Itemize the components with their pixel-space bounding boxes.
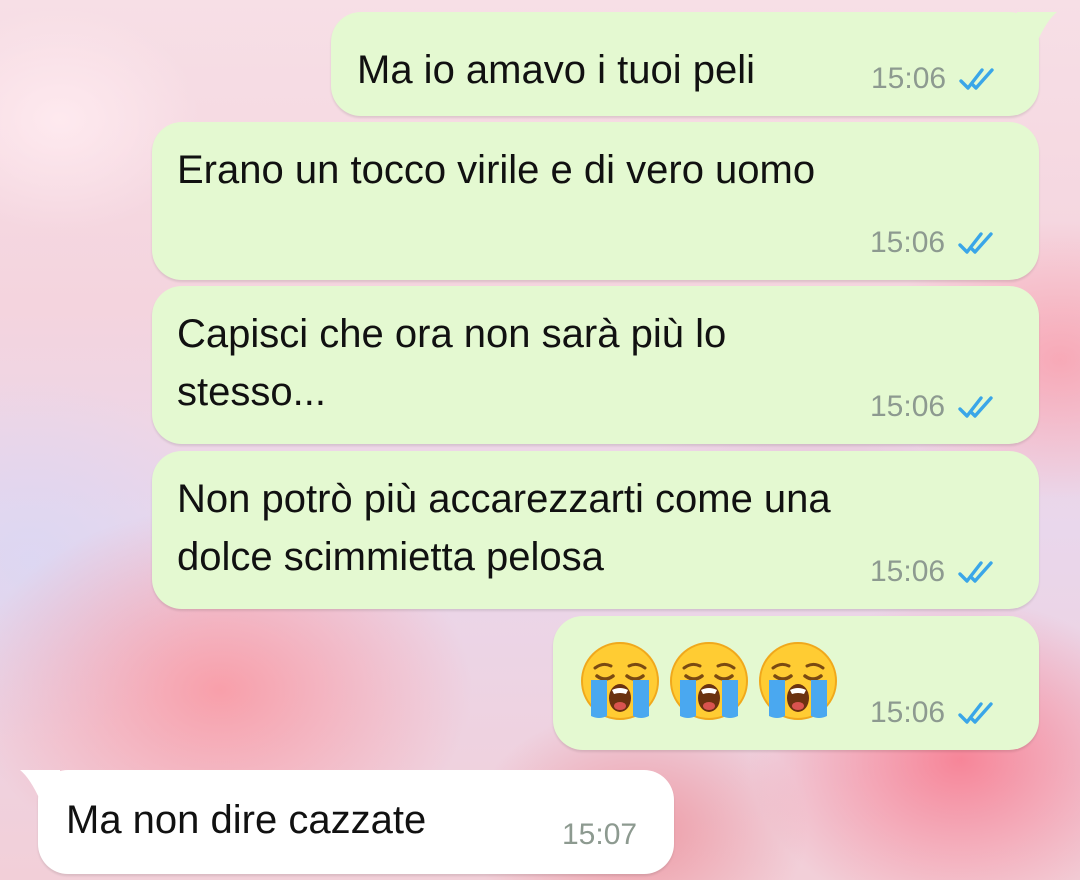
double-check-read-icon xyxy=(957,392,1003,422)
message-text-line: dolce scimmietta pelosa xyxy=(177,535,604,579)
message-timestamp: 15:06 xyxy=(870,390,946,423)
bubble-tail xyxy=(1017,12,1057,42)
bubble-tail xyxy=(20,770,60,800)
message-meta: 15:06 xyxy=(870,226,1003,260)
chat-area[interactable]: Ma io amavo i tuoi peli 15:06 Erano un t… xyxy=(0,0,1080,880)
message-text: Ma io amavo i tuoi peli xyxy=(357,48,755,92)
incoming-message-bubble[interactable]: Ma non dire cazzate 15:07 xyxy=(20,770,674,874)
message-timestamp: 15:06 xyxy=(870,226,946,259)
message-text-line: stesso... xyxy=(177,370,326,414)
message-text: Ma non dire cazzate xyxy=(66,798,427,842)
message-text: Erano un tocco virile e di vero uomo xyxy=(177,148,816,192)
outgoing-message-bubble[interactable]: Ma io amavo i tuoi peli 15:06 xyxy=(331,12,1057,116)
message-meta: 15:06 xyxy=(870,696,1003,730)
double-check-read-icon xyxy=(957,557,1003,587)
outgoing-message-bubble[interactable]: 15:06 xyxy=(553,616,1039,750)
double-check-read-icon xyxy=(957,228,1003,258)
message-meta: 15:07 xyxy=(562,818,637,852)
double-check-read-icon xyxy=(958,64,1004,94)
outgoing-message-bubble[interactable]: Erano un tocco virile e di vero uomo 15:… xyxy=(152,122,1039,280)
loudly-crying-face-icon xyxy=(668,640,750,722)
message-timestamp: 15:06 xyxy=(870,696,946,729)
message-timestamp: 15:07 xyxy=(562,818,638,851)
message-meta: 15:06 xyxy=(870,555,1003,589)
loudly-crying-face-icon xyxy=(757,640,839,722)
outgoing-message-bubble[interactable]: Non potrò più accarezzarti come una dolc… xyxy=(152,451,1039,609)
message-timestamp: 15:06 xyxy=(871,62,947,95)
message-text-line: Capisci che ora non sarà più lo xyxy=(177,312,727,356)
outgoing-message-bubble[interactable]: Capisci che ora non sarà più lo stesso..… xyxy=(152,286,1039,444)
message-meta: 15:06 xyxy=(871,62,1004,96)
message-meta: 15:06 xyxy=(870,390,1003,424)
message-text-line: Non potrò più accarezzarti come una xyxy=(177,477,831,521)
message-timestamp: 15:06 xyxy=(870,555,946,588)
loudly-crying-face-icon xyxy=(579,640,661,722)
double-check-read-icon xyxy=(957,698,1003,728)
